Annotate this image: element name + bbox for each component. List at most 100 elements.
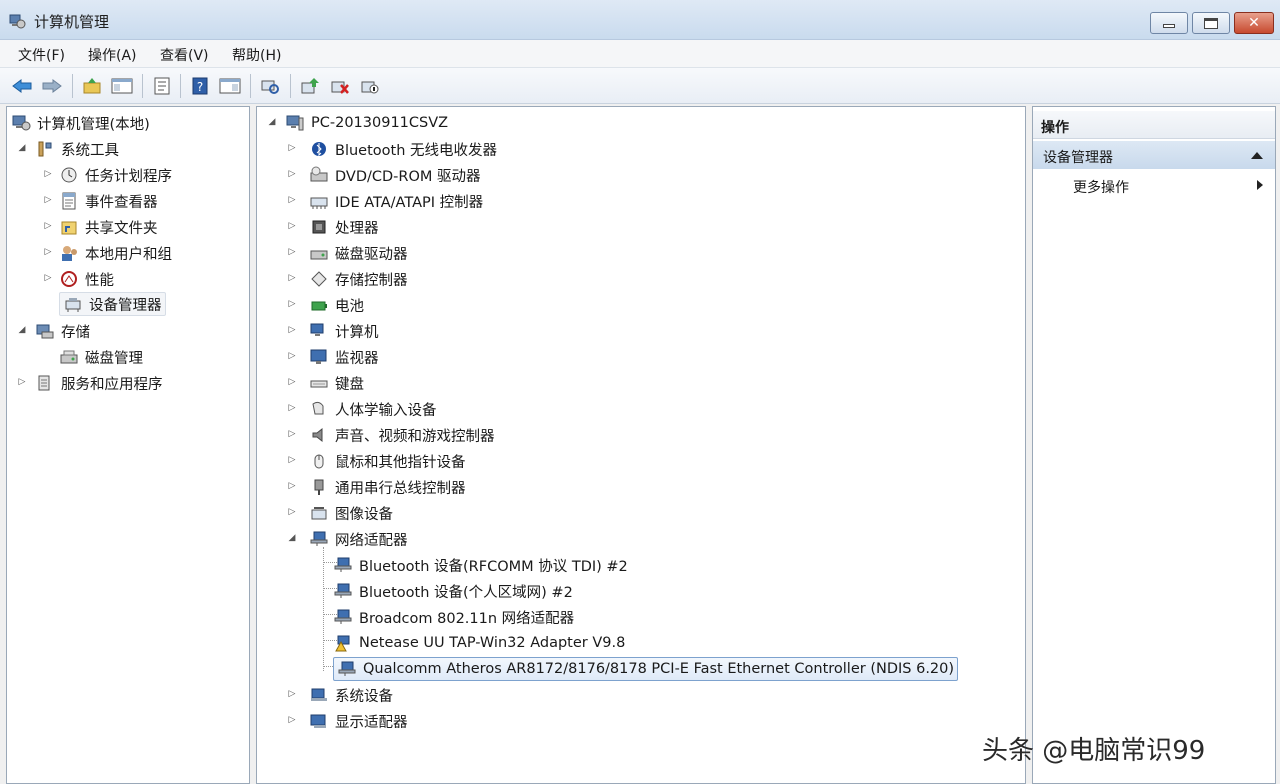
device-category-usb[interactable]: 通用串行总线控制器 [309,475,466,499]
device-category-ide-ata[interactable]: IDE ATA/ATAPI 控制器 [309,189,483,213]
uninstall-button[interactable] [328,74,352,98]
device-label: 人体学输入设备 [335,402,437,419]
device-category-imaging[interactable]: 图像设备 [309,501,393,525]
device-category-storage-controllers[interactable]: 存储控制器 [309,267,408,291]
device-label: 图像设备 [335,506,393,523]
tree-item-label: 计算机管理(本地) [37,116,150,133]
properties-button[interactable] [150,74,174,98]
menu-view[interactable]: 查看(V) [160,45,209,65]
device-category-hid[interactable]: 人体学输入设备 [309,397,437,421]
update-driver-button[interactable] [298,74,322,98]
services-icon [35,374,55,392]
network-adapter-item[interactable]: Qualcomm Atheros AR8172/8176/8178 PCI-E … [333,657,959,681]
expand-disk-drives-toggle[interactable]: ▷ [287,247,297,257]
network-adapter-item[interactable]: Broadcom 802.11n 网络适配器 [333,605,574,629]
expand-shared-folders-toggle[interactable]: ▷ [43,221,53,231]
device-category-disk-drives[interactable]: 磁盘驱动器 [309,241,408,265]
device-category-display-adapters[interactable]: 显示适配器 [309,709,408,733]
expand-monitors-toggle[interactable]: ▷ [287,351,297,361]
update-driver-icon [301,78,319,94]
expand-event-viewer-toggle[interactable]: ▷ [43,195,53,205]
network-adapter-item[interactable]: Netease UU TAP-Win32 Adapter V9.8 [333,631,625,655]
menu-file[interactable]: 文件(F) [18,45,65,65]
tree-item-storage[interactable]: 存储 [35,319,90,343]
collapse-network-adapters-toggle[interactable]: ◢ [287,533,297,543]
disable-device-button[interactable] [358,74,382,98]
expand-bluetooth-toggle[interactable]: ▷ [287,143,297,153]
tree-item-task-scheduler[interactable]: 任务计划程序 [59,163,172,187]
device-category-keyboards[interactable]: 键盘 [309,371,364,395]
expand-performance-toggle[interactable]: ▷ [43,273,53,283]
scan-hardware-button[interactable] [258,74,282,98]
up-folder-button[interactable] [80,74,104,98]
device-category-network-adapters[interactable]: 网络适配器 [309,527,408,551]
expand-keyboards-toggle[interactable]: ▷ [287,377,297,387]
show-hide-tree-button[interactable] [110,74,134,98]
device-category-computer[interactable]: 计算机 [309,319,379,343]
network-adapter-icon [309,530,329,548]
tree-item-shared-folders[interactable]: 共享文件夹 [59,215,158,239]
device-label: Qualcomm Atheros AR8172/8176/8178 PCI-E … [363,661,955,677]
expand-batteries-toggle[interactable]: ▷ [287,299,297,309]
device-category-monitors[interactable]: 监视器 [309,345,379,369]
device-label: 电池 [335,298,364,315]
forward-button[interactable] [40,74,64,98]
close-button[interactable]: ✕ [1234,12,1274,34]
maximize-button[interactable] [1192,12,1230,34]
back-button[interactable] [10,74,34,98]
performance-icon [59,270,79,288]
toolbar-separator [250,74,251,98]
expand-mice-toggle[interactable]: ▷ [287,455,297,465]
device-tree-root[interactable]: PC-20130911CSVZ [285,111,448,135]
expand-imaging-toggle[interactable]: ▷ [287,507,297,517]
tree-item-services[interactable]: 服务和应用程序 [35,371,163,395]
expand-system-devices-toggle[interactable]: ▷ [287,689,297,699]
minimize-button[interactable] [1150,12,1188,34]
tree-item-local-users[interactable]: 本地用户和组 [59,241,172,265]
device-category-mice[interactable]: 鼠标和其他指针设备 [309,449,466,473]
device-category-processor[interactable]: 处理器 [309,215,379,239]
expand-sound-video-toggle[interactable]: ▷ [287,429,297,439]
expand-processor-toggle[interactable]: ▷ [287,221,297,231]
collapse-root-toggle[interactable]: ◢ [267,117,277,127]
collapse-system-tools-toggle[interactable]: ◢ [17,143,27,153]
computer-management-icon [8,12,26,30]
device-label: 处理器 [335,220,379,237]
expand-ide-ata-toggle[interactable]: ▷ [287,195,297,205]
tree-item-computer-management[interactable]: 计算机管理(本地) [11,111,150,135]
action-pane-button[interactable] [218,74,242,98]
expand-local-users-toggle[interactable]: ▷ [43,247,53,257]
collapse-up-icon[interactable] [1251,152,1263,159]
device-category-batteries[interactable]: 电池 [309,293,364,317]
maximize-icon [1204,17,1218,29]
device-label: 显示适配器 [335,714,408,731]
menu-help[interactable]: 帮助(H) [232,45,281,65]
device-category-sound-video[interactable]: 声音、视频和游戏控制器 [309,423,495,447]
expand-task-scheduler-toggle[interactable]: ▷ [43,169,53,179]
tree-item-label: 本地用户和组 [85,246,172,263]
network-adapter-item[interactable]: Bluetooth 设备(RFCOMM 协议 TDI) #2 [333,553,628,577]
collapse-storage-toggle[interactable]: ◢ [17,325,27,335]
tree-item-system-tools[interactable]: 系统工具 [35,137,119,161]
device-category-bluetooth[interactable]: Bluetooth 无线电收发器 [309,137,497,161]
close-icon: ✕ [1248,15,1260,31]
expand-dvd-cdrom-toggle[interactable]: ▷ [287,169,297,179]
menu-action[interactable]: 操作(A) [88,45,137,65]
expand-hid-toggle[interactable]: ▷ [287,403,297,413]
properties-icon [154,77,170,95]
tree-item-event-viewer[interactable]: 事件查看器 [59,189,158,213]
expand-computer-toggle[interactable]: ▷ [287,325,297,335]
help-button[interactable]: ? [188,74,212,98]
tree-item-performance[interactable]: 性能 [59,267,114,291]
more-actions-item[interactable]: 更多操作 [1073,177,1129,197]
expand-display-adapters-toggle[interactable]: ▷ [287,715,297,725]
actions-section-device-manager[interactable]: 设备管理器 [1033,141,1275,169]
expand-services-toggle[interactable]: ▷ [17,377,27,387]
network-adapter-item[interactable]: Bluetooth 设备(个人区域网) #2 [333,579,573,603]
expand-storage-controllers-toggle[interactable]: ▷ [287,273,297,283]
expand-usb-toggle[interactable]: ▷ [287,481,297,491]
device-category-system-devices[interactable]: 系统设备 [309,683,393,707]
tree-item-device-manager[interactable]: 设备管理器 [59,292,166,316]
device-category-dvd-cdrom[interactable]: DVD/CD-ROM 驱动器 [309,163,481,187]
tree-item-disk-management[interactable]: 磁盘管理 [59,345,143,369]
